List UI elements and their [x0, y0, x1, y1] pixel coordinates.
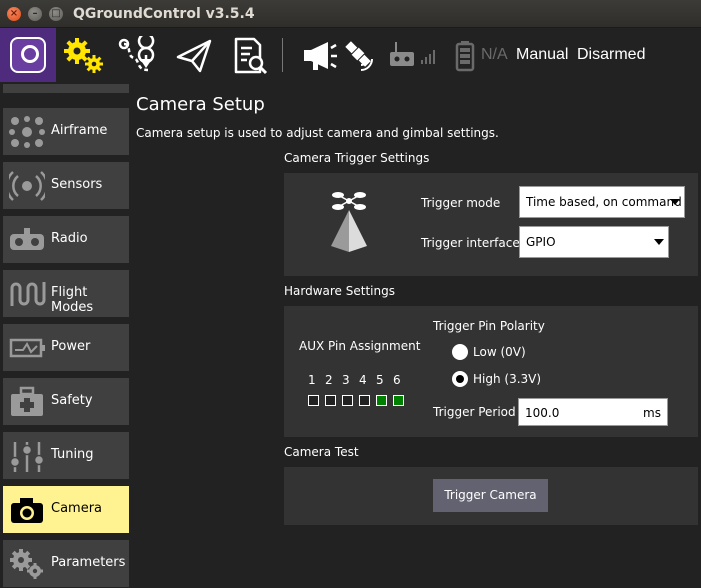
camera-setup-page: Camera Setup Camera setup is used to adj…	[133, 84, 701, 588]
aux-pin-checkbox[interactable]	[376, 395, 387, 406]
tuning-icon	[9, 442, 45, 472]
polarity-high-label: High (3.3V)	[473, 372, 542, 386]
toolbar-separator	[282, 38, 283, 72]
chevron-down-icon	[670, 199, 680, 205]
sidebar-item-label: Parameters	[51, 555, 126, 570]
camera-test-panel: Trigger Camera	[284, 467, 698, 525]
trigger-settings-panel: Trigger mode Time based, on command Trig…	[284, 173, 698, 276]
aux-pin-number: 6	[393, 373, 401, 387]
sidebar-item-safety[interactable]: Safety	[3, 378, 129, 425]
polarity-low-radio[interactable]	[452, 344, 468, 360]
main-toolbar: N/A Manual Disarmed	[0, 28, 701, 84]
polarity-low-label: Low (0V)	[473, 345, 526, 359]
aux-pin-number: 5	[376, 373, 384, 387]
aux-pin-assignment-label: AUX Pin Assignment	[299, 339, 421, 353]
window-maximize-button[interactable]: □	[49, 7, 63, 21]
aux-pin-number: 2	[325, 373, 333, 387]
trigger-mode-label: Trigger mode	[421, 196, 501, 210]
sidebar-item-label: Sensors	[51, 177, 103, 192]
camera-trigger-drone-icon	[331, 192, 367, 252]
chevron-down-icon	[654, 239, 664, 245]
trigger-period-unit: ms	[643, 406, 661, 420]
aux-pin-number: 3	[342, 373, 350, 387]
radio-icon	[10, 228, 44, 250]
analyze-view-icon[interactable]	[230, 36, 270, 76]
vehicle-setup-gears-icon[interactable]	[62, 34, 106, 76]
aux-pin-checkbox[interactable]	[308, 395, 319, 406]
polarity-high-radio[interactable]	[452, 371, 468, 387]
sidebar-item-tuning[interactable]: Tuning	[3, 432, 129, 479]
power-icon	[9, 338, 45, 358]
sidebar-item-summary[interactable]	[3, 84, 129, 93]
camera-icon	[11, 498, 43, 523]
trigger-mode-value: Time based, on command	[526, 195, 682, 209]
camera-test-title: Camera Test	[284, 445, 359, 459]
aux-pin-number: 4	[359, 373, 367, 387]
sidebar-item-label: Radio	[51, 231, 88, 246]
page-title: Camera Setup	[136, 94, 265, 115]
sidebar-item-label: Camera	[51, 501, 103, 516]
trigger-interface-value: GPIO	[526, 235, 556, 249]
gps-satellite-icon[interactable]	[343, 39, 375, 73]
qgc-logo-icon	[10, 37, 46, 73]
trigger-settings-title: Camera Trigger Settings	[284, 151, 430, 165]
rc-transmitter-icon[interactable]	[388, 40, 418, 72]
trigger-pin-polarity-label: Trigger Pin Polarity	[433, 319, 545, 333]
trigger-period-input[interactable]: 100.0 ms	[518, 398, 668, 426]
sidebar-item-label: Tuning	[51, 447, 94, 462]
aux-pin-number: 1	[308, 373, 316, 387]
window-close-button[interactable]: ×	[7, 7, 21, 21]
battery-icon[interactable]	[455, 40, 475, 72]
aux-pin-checkbox[interactable]	[325, 395, 336, 406]
arm-status[interactable]: Disarmed	[577, 46, 645, 64]
aux-pin-checkbox[interactable]	[393, 395, 404, 406]
sidebar-item-parameters[interactable]: Parameters	[3, 540, 129, 587]
window-title: QGroundControl v3.5.4	[73, 6, 255, 22]
sidebar-item-label: Flight Modes	[51, 285, 94, 315]
trigger-camera-button[interactable]: Trigger Camera	[433, 479, 548, 512]
battery-status: N/A	[481, 46, 508, 63]
fly-view-icon[interactable]	[174, 37, 214, 75]
sidebar-item-radio[interactable]: Radio	[3, 216, 129, 263]
trigger-mode-select[interactable]: Time based, on command	[519, 186, 685, 218]
window-minimize-button[interactable]: –	[28, 7, 42, 21]
hardware-settings-panel: AUX Pin Assignment Trigger Pin Polarity …	[284, 306, 698, 437]
trigger-interface-label: Trigger interface	[421, 236, 520, 250]
trigger-period-value: 100.0	[525, 406, 560, 420]
sidebar-item-label: Power	[51, 339, 91, 354]
trigger-period-label: Trigger Period	[433, 405, 516, 419]
sidebar-item-airframe[interactable]: Airframe	[3, 108, 129, 155]
sidebar-item-power[interactable]: Power	[3, 324, 129, 371]
sidebar-item-camera[interactable]: Camera	[3, 486, 129, 533]
sidebar-item-sensors[interactable]: Sensors	[3, 162, 129, 209]
setup-sidebar: Airframe Sensors Radio Flight Modes Powe…	[0, 84, 133, 588]
trigger-interface-select[interactable]: GPIO	[519, 226, 669, 258]
messages-megaphone-icon[interactable]	[302, 40, 338, 72]
aux-pin-checkbox[interactable]	[342, 395, 353, 406]
flight-modes-icon	[10, 282, 46, 306]
plan-view-icon[interactable]	[118, 36, 158, 76]
airframe-icon	[9, 116, 45, 148]
safety-icon	[11, 386, 43, 416]
qgc-logo-button[interactable]	[0, 28, 56, 82]
sidebar-item-label: Airframe	[51, 123, 108, 138]
page-description: Camera setup is used to adjust camera an…	[136, 126, 499, 140]
rc-signal-bars-icon	[421, 50, 435, 64]
aux-pin-checkbox[interactable]	[359, 395, 370, 406]
hardware-settings-title: Hardware Settings	[284, 284, 395, 298]
parameters-gears-icon	[10, 549, 43, 579]
flight-mode-selector[interactable]: Manual	[516, 46, 568, 64]
sidebar-item-flight-modes[interactable]: Flight Modes	[3, 270, 129, 317]
sensors-icon	[9, 171, 45, 201]
window-titlebar: × – □ QGroundControl v3.5.4	[0, 0, 701, 28]
sidebar-item-label: Safety	[51, 393, 93, 408]
